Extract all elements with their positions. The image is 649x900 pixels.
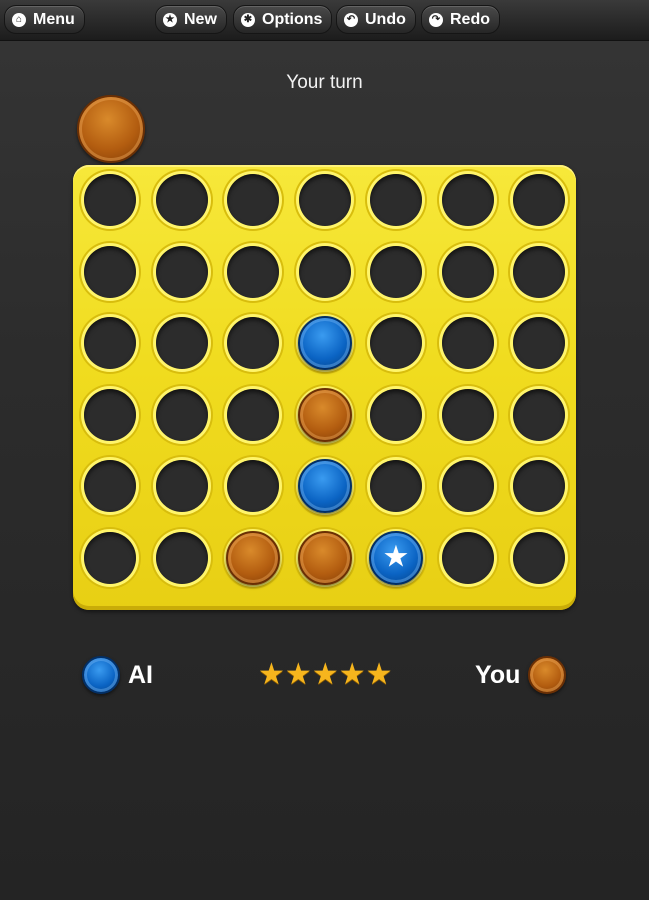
- board-slot-r3-c4[interactable]: [297, 316, 352, 370]
- options-button[interactable]: ✱ Options: [233, 5, 333, 34]
- board-slot-r6-c6[interactable]: [441, 531, 494, 584]
- difficulty-stars: ★ ★ ★ ★ ★: [258, 658, 393, 692]
- game-board: ★: [73, 165, 576, 610]
- home-icon: ⌂: [12, 12, 26, 27]
- undo-button[interactable]: ↶ Undo: [336, 5, 416, 34]
- board-slot-r2-c1[interactable]: [84, 245, 136, 298]
- player-you: You: [475, 653, 567, 697]
- blue-piece: [297, 316, 352, 370]
- board-slot-r4-c1[interactable]: [84, 388, 136, 441]
- blue-piece: ★: [369, 530, 423, 585]
- board-slot-r3-c2[interactable]: [155, 317, 208, 369]
- new-game-button[interactable]: ★ New: [155, 5, 227, 34]
- board-slot-r1-c6[interactable]: [441, 174, 494, 226]
- board-slot-r5-c1[interactable]: [84, 460, 136, 512]
- board-slot-r4-c2[interactable]: [155, 388, 208, 441]
- star-icon: ★: [338, 658, 366, 691]
- orange-piece: [226, 530, 280, 585]
- board-slot-r1-c4[interactable]: [298, 174, 351, 226]
- board-slot-r4-c4[interactable]: [297, 387, 352, 442]
- player-ai: AI: [82, 653, 153, 697]
- orange-piece: [297, 387, 352, 442]
- board-slot-r3-c6[interactable]: [441, 317, 494, 369]
- board-slot-r2-c6[interactable]: [441, 245, 494, 298]
- board-slot-r5-c6[interactable]: [441, 460, 494, 512]
- you-name: You: [475, 660, 521, 689]
- star-icon: ★: [163, 12, 177, 27]
- orange-piece: [297, 530, 352, 585]
- board-slot-r5-c4[interactable]: [297, 459, 352, 513]
- board-slot-r1-c2[interactable]: [155, 174, 208, 226]
- board-slot-r4-c5[interactable]: [370, 388, 422, 441]
- board-slot-r6-c1[interactable]: [84, 531, 136, 584]
- last-move-star-icon: ★: [382, 539, 410, 573]
- board-slot-r6-c2[interactable]: [155, 531, 208, 584]
- star-icon: ★: [365, 658, 393, 691]
- board-slot-r4-c7[interactable]: [513, 388, 565, 441]
- board-slot-r2-c3[interactable]: [227, 245, 279, 298]
- board-slot-r6-c7[interactable]: [513, 531, 565, 584]
- board-slot-r1-c1[interactable]: [84, 174, 136, 226]
- current-piece-orange[interactable]: [77, 95, 145, 163]
- undo-icon: ↶: [344, 12, 358, 27]
- ai-disc-icon: [82, 656, 120, 694]
- undo-label: Undo: [365, 10, 406, 28]
- menu-button[interactable]: ⌂ Menu: [4, 5, 85, 34]
- board-slot-r2-c2[interactable]: [155, 245, 208, 298]
- board-slot-r1-c5[interactable]: [370, 174, 422, 226]
- board-slot-r2-c4[interactable]: [298, 245, 351, 298]
- options-label: Options: [262, 10, 323, 28]
- board-slot-r1-c3[interactable]: [227, 174, 279, 226]
- star-icon: ★: [284, 658, 312, 691]
- board-slot-r2-c7[interactable]: [513, 245, 565, 298]
- turn-status: Your turn: [286, 72, 363, 93]
- star-icon: ★: [258, 658, 285, 691]
- board-slot-r5-c3[interactable]: [227, 460, 279, 512]
- blue-piece: [297, 459, 352, 513]
- ai-name: AI: [128, 660, 153, 689]
- board-slot-r2-c5[interactable]: [370, 245, 422, 298]
- menu-label: Menu: [33, 10, 75, 28]
- board-slot-r4-c3[interactable]: [227, 388, 279, 441]
- redo-button[interactable]: ↷ Redo: [421, 5, 500, 34]
- board-slot-r4-c6[interactable]: [441, 388, 494, 441]
- board-slot-r6-c5[interactable]: ★: [369, 530, 423, 585]
- board-slot-r6-c4[interactable]: [297, 530, 352, 585]
- board-slot-r3-c3[interactable]: [227, 317, 279, 369]
- toolbar: ⌂ Menu ★ New ✱ Options ↶ Undo ↷ Redo: [0, 0, 649, 41]
- board-slot-r6-c3[interactable]: [226, 530, 280, 585]
- redo-label: Redo: [450, 10, 490, 28]
- board-slot-r3-c5[interactable]: [370, 317, 422, 369]
- board-slot-r5-c7[interactable]: [513, 460, 565, 512]
- board-slot-r5-c5[interactable]: [370, 460, 422, 512]
- board-slot-r5-c2[interactable]: [155, 460, 208, 512]
- new-label: New: [184, 10, 217, 28]
- redo-icon: ↷: [429, 12, 443, 27]
- you-disc-icon: [528, 656, 567, 694]
- star-icon: ★: [311, 658, 339, 691]
- gear-icon: ✱: [241, 12, 255, 27]
- board-slot-r3-c7[interactable]: [513, 317, 565, 369]
- board-slot-r1-c7[interactable]: [513, 174, 565, 226]
- board-slot-r3-c1[interactable]: [84, 317, 136, 369]
